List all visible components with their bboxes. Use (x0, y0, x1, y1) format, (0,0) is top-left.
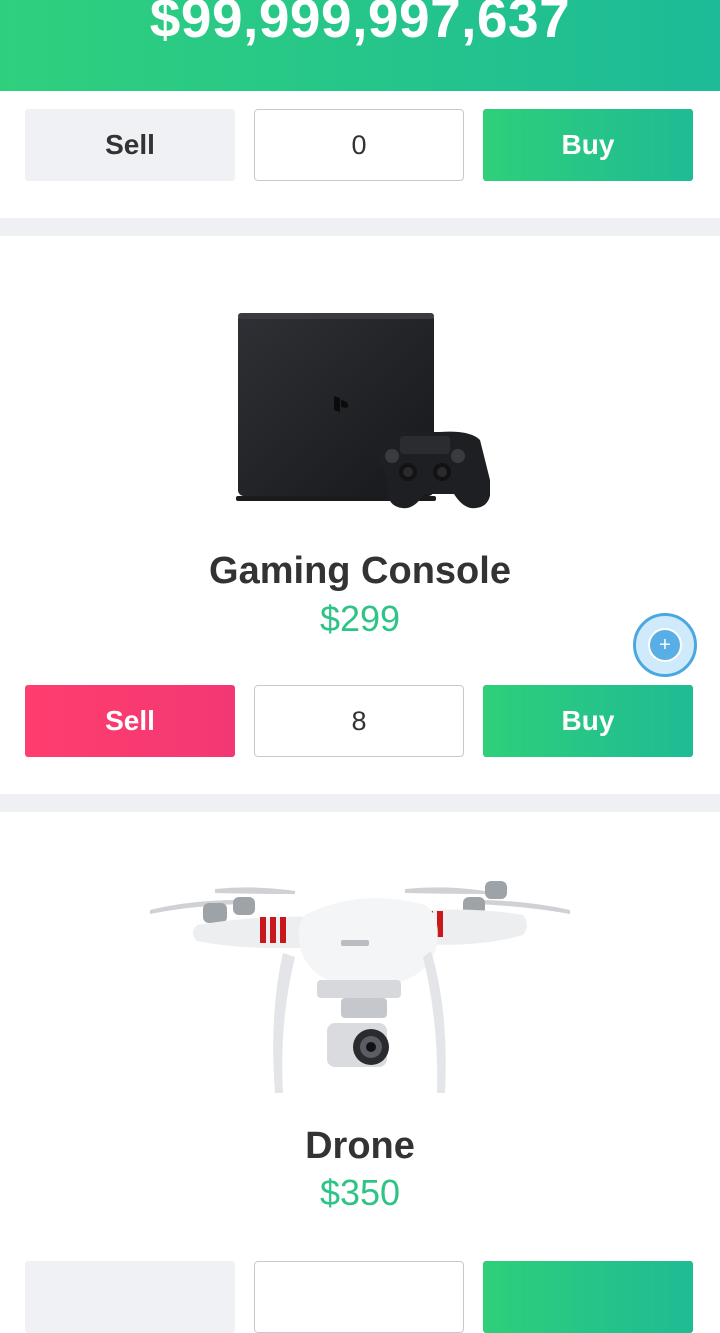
buy-button[interactable] (483, 1261, 693, 1333)
top-item-controls: Sell 0 Buy (25, 109, 693, 181)
section-divider (0, 794, 720, 812)
plus-icon: + (648, 628, 682, 662)
sell-button[interactable] (25, 1261, 235, 1333)
quantity-field[interactable] (254, 1261, 464, 1333)
product-name: Gaming Console (209, 550, 511, 592)
drone-icon (145, 875, 575, 1100)
sell-button[interactable]: Sell (25, 109, 235, 181)
product-name: Drone (305, 1125, 415, 1167)
quantity-field[interactable]: 0 (254, 109, 464, 181)
gaming-console-icon (230, 308, 491, 518)
buy-button[interactable]: Buy (483, 685, 693, 757)
gaming-console-controls: Sell 8 Buy (25, 685, 693, 757)
floating-add-button[interactable]: + (633, 613, 697, 677)
drone-controls (25, 1261, 693, 1333)
balance-amount: $99,999,997,637 (149, 0, 571, 49)
product-price: $299 (319, 598, 401, 639)
buy-button[interactable]: Buy (483, 109, 693, 181)
section-divider (0, 218, 720, 236)
quantity-field[interactable]: 8 (254, 685, 464, 757)
sell-button[interactable]: Sell (25, 685, 235, 757)
balance-header: $99,999,997,637 (0, 0, 720, 91)
product-price: $350 (319, 1172, 401, 1213)
